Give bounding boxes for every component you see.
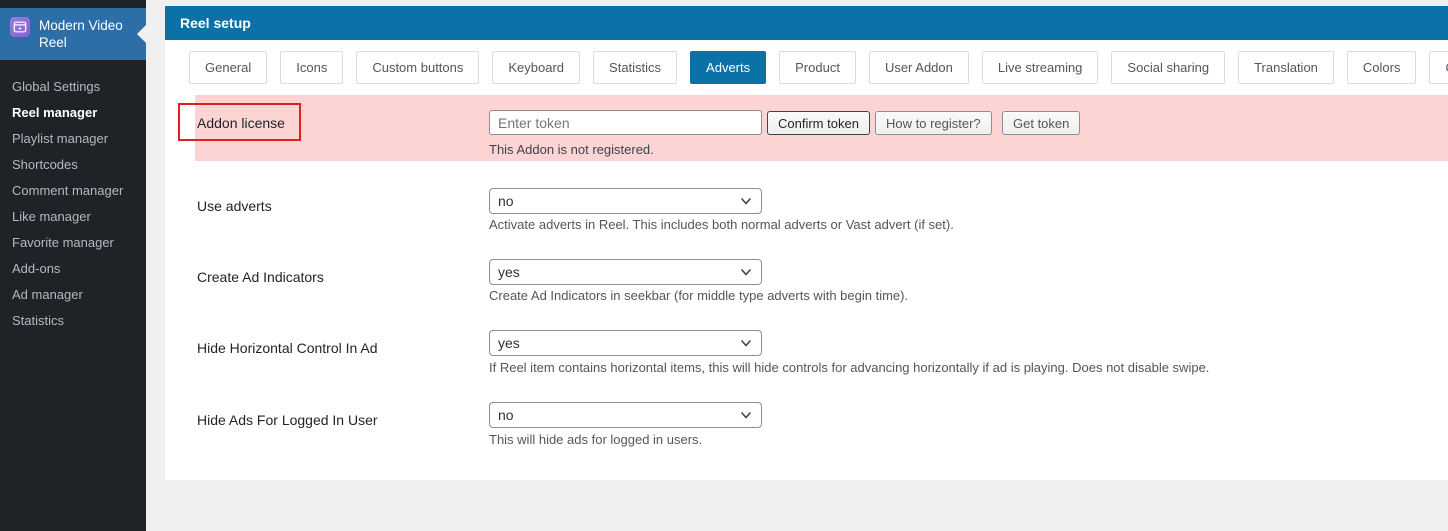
sidebar-item-ad-manager[interactable]: Ad manager xyxy=(0,282,146,308)
admin-sidebar: Modern Video Reel Global Settings Reel m… xyxy=(0,0,146,531)
tab-colors[interactable]: Colors xyxy=(1346,51,1417,84)
reel-setup-panel: Reel setup General Icons Custom buttons … xyxy=(165,6,1448,480)
red-annotation-box xyxy=(178,103,301,141)
tab-product[interactable]: Product xyxy=(779,51,856,84)
create-ad-indicators-label: Create Ad Indicators xyxy=(197,269,324,285)
create-ad-indicators-select-wrap: yes xyxy=(489,259,762,285)
sidebar-item-comment-manager[interactable]: Comment manager xyxy=(0,178,146,204)
create-ad-indicators-select[interactable]: yes xyxy=(489,259,762,285)
tab-social-sharing[interactable]: Social sharing xyxy=(1111,51,1226,84)
tab-keyboard[interactable]: Keyboard xyxy=(492,51,581,84)
hide-ads-logged-in-select-wrap: no xyxy=(489,402,762,428)
hide-horizontal-control-label: Hide Horizontal Control In Ad xyxy=(197,340,378,356)
hide-horizontal-control-help: If Reel item contains horizontal items, … xyxy=(489,360,1210,375)
sidebar-item-favorite-manager[interactable]: Favorite manager xyxy=(0,230,146,256)
sidebar-menu: Global Settings Reel manager Playlist ma… xyxy=(0,74,146,334)
tab-icons[interactable]: Icons xyxy=(280,51,344,84)
get-token-button[interactable]: Get token xyxy=(1002,111,1081,135)
license-status-text: This Addon is not registered. xyxy=(489,142,654,157)
tab-translation[interactable]: Translation xyxy=(1238,51,1334,84)
tab-live-streaming[interactable]: Live streaming xyxy=(981,51,1099,84)
sidebar-plugin-title: Modern Video Reel xyxy=(39,18,123,50)
page-title: Reel setup xyxy=(165,6,1448,40)
how-to-register-button[interactable]: How to register? xyxy=(875,111,992,135)
create-ad-indicators-help: Create Ad Indicators in seekbar (for mid… xyxy=(489,288,909,303)
sidebar-item-like-manager[interactable]: Like manager xyxy=(0,204,146,230)
hide-ads-logged-in-label: Hide Ads For Logged In User xyxy=(197,412,378,428)
token-input[interactable] xyxy=(489,110,762,135)
sidebar-item-shortcodes[interactable]: Shortcodes xyxy=(0,152,146,178)
hide-horizontal-control-select-wrap: yes xyxy=(489,330,762,356)
tab-user-addon[interactable]: User Addon xyxy=(868,51,969,84)
tab-adverts[interactable]: Adverts xyxy=(690,51,767,84)
tab-custom-buttons[interactable]: Custom buttons xyxy=(356,51,480,84)
tab-statistics[interactable]: Statistics xyxy=(593,51,678,84)
tab-general[interactable]: General xyxy=(189,51,268,84)
hide-ads-logged-in-help: This will hide ads for logged in users. xyxy=(489,432,703,447)
sidebar-item-global-settings[interactable]: Global Settings xyxy=(0,74,146,100)
sidebar-item-statistics[interactable]: Statistics xyxy=(0,308,146,334)
video-reel-icon xyxy=(10,17,30,37)
confirm-token-button[interactable]: Confirm token xyxy=(767,111,870,135)
use-adverts-label: Use adverts xyxy=(197,198,272,214)
use-adverts-select-wrap: no xyxy=(489,188,762,214)
use-adverts-select[interactable]: no xyxy=(489,188,762,214)
tab-custom-css[interactable]: Custom css xyxy=(1429,51,1448,84)
sidebar-plugin-item[interactable]: Modern Video Reel xyxy=(0,8,146,60)
sidebar-item-reel-manager[interactable]: Reel manager xyxy=(0,100,146,126)
hide-ads-logged-in-select[interactable]: no xyxy=(489,402,762,428)
use-adverts-help: Activate adverts in Reel. This includes … xyxy=(489,217,954,232)
settings-tabs: General Icons Custom buttons Keyboard St… xyxy=(189,51,1448,84)
hide-horizontal-control-select[interactable]: yes xyxy=(489,330,762,356)
sidebar-item-playlist-manager[interactable]: Playlist manager xyxy=(0,126,146,152)
current-menu-arrow-icon xyxy=(137,25,146,43)
sidebar-item-add-ons[interactable]: Add-ons xyxy=(0,256,146,282)
